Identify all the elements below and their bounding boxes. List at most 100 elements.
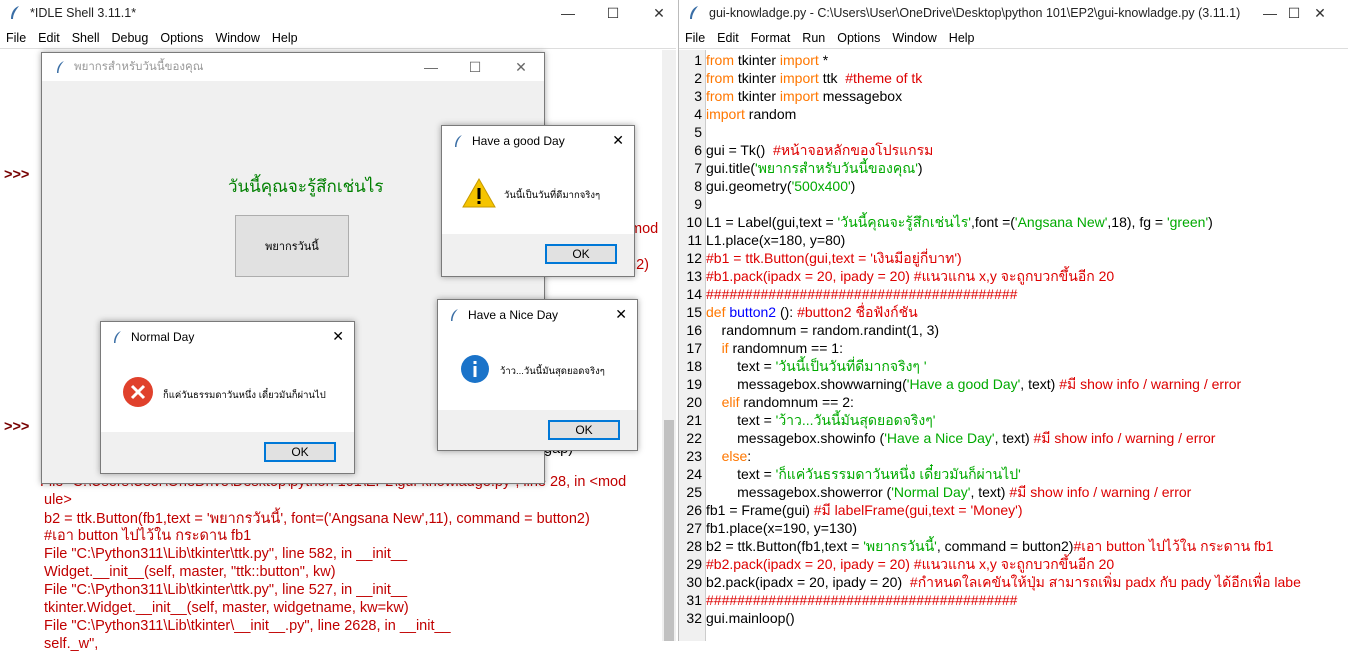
shell-menu-file[interactable]: File bbox=[0, 31, 32, 45]
editor-menu-run[interactable]: Run bbox=[796, 31, 831, 45]
shell-menu-edit[interactable]: Edit bbox=[32, 31, 66, 45]
code-token: , text) bbox=[1020, 376, 1060, 392]
code-token: import bbox=[779, 52, 819, 68]
app-title: พยากรสำหรับวันนี้ของคุณ bbox=[74, 61, 204, 73]
code-token: L1 = Label(gui,text = bbox=[706, 214, 838, 230]
code-line: if randomnum == 1: bbox=[706, 339, 843, 357]
code-line: from tkinter import ttk #theme of tk bbox=[706, 69, 922, 87]
code-token: 'ว้าว...วันนี้มันสุดยอดจริงๆ' bbox=[775, 412, 936, 428]
shell-scrollbar-thumb[interactable] bbox=[664, 420, 674, 641]
line-number: 16 bbox=[686, 322, 702, 338]
dialog-close-icon[interactable]: ✕ bbox=[332, 328, 344, 345]
code-token: 'พยากรวันนี้' bbox=[863, 538, 937, 554]
code-token: button2 bbox=[729, 304, 777, 320]
code-token: ,font =( bbox=[970, 214, 1015, 230]
code-editor[interactable]: from tkinter import * from tkinter import… bbox=[706, 51, 1346, 641]
line-number: 6 bbox=[694, 142, 702, 158]
code-token: 'Angsana New' bbox=[1014, 214, 1108, 230]
shell-menu-shell[interactable]: Shell bbox=[66, 31, 106, 45]
ok-button[interactable]: OK bbox=[548, 420, 620, 440]
code-token: fb1.place(x=190, y=130) bbox=[706, 520, 857, 536]
line-number: 5 bbox=[694, 124, 702, 140]
code-token: messagebox.showerror ( bbox=[706, 484, 892, 500]
code-token: gui.title( bbox=[706, 160, 756, 176]
code-token: messagebox.showwarning( bbox=[706, 376, 907, 392]
code-token: 'วันนี้เป็นวันที่ดีมากจริงๆ ' bbox=[775, 358, 927, 374]
tk-feather-icon bbox=[455, 135, 462, 147]
shell-maximize-icon[interactable]: ☐ bbox=[590, 0, 636, 26]
code-line: from tkinter import * bbox=[706, 51, 828, 69]
app-minimize-icon[interactable]: — bbox=[408, 53, 454, 81]
code-line: import random bbox=[706, 105, 796, 123]
shell-scrollbar[interactable] bbox=[662, 50, 676, 641]
code-token: messagebox.showinfo ( bbox=[706, 430, 885, 446]
editor-menu-edit[interactable]: Edit bbox=[711, 31, 745, 45]
editor-menu-format[interactable]: Format bbox=[745, 31, 797, 45]
code-line: gui = Tk() #หน้าจอหลักของโปรแกรม bbox=[706, 141, 933, 159]
shell-menu-options[interactable]: Options bbox=[154, 31, 209, 45]
dialog-close-icon[interactable]: ✕ bbox=[612, 132, 624, 149]
shell-close-icon[interactable]: ✕ bbox=[636, 0, 682, 26]
traceback-line: self._w", bbox=[44, 636, 99, 652]
shell-title: *IDLE Shell 3.11.1* bbox=[30, 6, 137, 20]
line-number: 17 bbox=[686, 340, 702, 356]
app-close-icon[interactable]: ✕ bbox=[498, 53, 544, 81]
code-line: ######################################## bbox=[706, 591, 1017, 609]
code-token: , command = button2) bbox=[936, 538, 1074, 554]
editor-menu-help[interactable]: Help bbox=[943, 31, 981, 45]
editor-close-icon[interactable]: ✕ bbox=[1297, 0, 1343, 26]
traceback-line: File "C:\Python311\Lib\tkinter\ttk.py", … bbox=[44, 546, 408, 562]
predict-button[interactable]: พยากรวันนี้ bbox=[235, 215, 349, 277]
code-line: randomnum = random.randint(1, 3) bbox=[706, 321, 940, 339]
code-line: from tkinter import messagebox bbox=[706, 87, 902, 105]
shell-prompt: >>> bbox=[4, 167, 30, 183]
dialog-close-icon[interactable]: ✕ bbox=[615, 306, 627, 323]
line-number: 21 bbox=[686, 412, 702, 428]
dialog-have-a-nice-day: Have a Nice Day ✕ ว้าว...วันนี้มันสุดยอด… bbox=[437, 299, 638, 451]
error-icon bbox=[123, 377, 153, 407]
shell-menu-window[interactable]: Window bbox=[209, 31, 265, 45]
code-token: (): bbox=[776, 304, 798, 320]
editor-menu-file[interactable]: File bbox=[679, 31, 711, 45]
shell-menu-help[interactable]: Help bbox=[266, 31, 304, 45]
traceback-line: File "C:\Python311\Lib\tkinter\__init__.… bbox=[44, 618, 451, 634]
code-line: L1.place(x=180, y=80) bbox=[706, 231, 845, 249]
app-maximize-icon[interactable]: ☐ bbox=[452, 53, 498, 81]
code-token: #มี show info / warning / error bbox=[1009, 484, 1192, 500]
code-line: messagebox.showerror ('Normal Day', text… bbox=[706, 483, 1191, 501]
shell-menu-debug[interactable]: Debug bbox=[106, 31, 155, 45]
dialog-body: วันนี้เป็นวันที่ดีมากจริงๆ bbox=[442, 156, 634, 234]
tk-feather-icon bbox=[451, 309, 458, 321]
dialog-message: ก็แค่วันธรรมดาวันหนึ่ง เดี๋ยวมันก็ผ่านไป bbox=[163, 390, 326, 401]
editor-menu-window[interactable]: Window bbox=[886, 31, 942, 45]
code-token: else bbox=[721, 448, 748, 464]
line-number: 27 bbox=[686, 520, 702, 536]
editor-menu-options[interactable]: Options bbox=[831, 31, 886, 45]
code-token: L1.place(x=180, y=80) bbox=[706, 232, 846, 248]
app-label: วันนี้คุณจะรู้สึกเช่นไร bbox=[228, 177, 384, 196]
code-token: from bbox=[706, 70, 734, 86]
code-token: ######################################## bbox=[706, 286, 1018, 302]
code-token: text = bbox=[706, 466, 776, 482]
line-number: 11 bbox=[687, 232, 702, 248]
code-line: L1 = Label(gui,text = 'วันนี้คุณจะรู้สึก… bbox=[706, 213, 1213, 231]
warning-icon bbox=[462, 178, 496, 208]
code-token: #b1.pack(ipadx = 20, ipady = 20) #แนวแกน… bbox=[706, 268, 1115, 284]
code-line: elif randomnum == 2: bbox=[706, 393, 854, 411]
code-token: #มี show info / warning / error bbox=[1059, 376, 1242, 392]
line-number: 10 bbox=[686, 214, 702, 230]
code-token: import bbox=[779, 70, 819, 86]
code-token: b2 = ttk.Button(fb1,text = bbox=[706, 538, 864, 554]
code-token: gui.geometry( bbox=[706, 178, 792, 194]
code-line: messagebox.showinfo ('Have a Nice Day', … bbox=[706, 429, 1215, 447]
dialog-body: ก็แค่วันธรรมดาวันหนึ่ง เดี๋ยวมันก็ผ่านไป bbox=[101, 352, 354, 432]
ok-button[interactable]: OK bbox=[545, 244, 617, 264]
ok-button[interactable]: OK bbox=[264, 442, 336, 462]
dialog-message: วันนี้เป็นวันที่ดีมากจริงๆ bbox=[504, 190, 601, 201]
code-line: #b1 = ttk.Button(gui,text = 'เงินมีอยู่ก… bbox=[706, 249, 962, 267]
code-token: tkinter bbox=[734, 88, 780, 104]
shell-minimize-icon[interactable]: — bbox=[545, 0, 591, 26]
code-token: tkinter bbox=[734, 70, 780, 86]
